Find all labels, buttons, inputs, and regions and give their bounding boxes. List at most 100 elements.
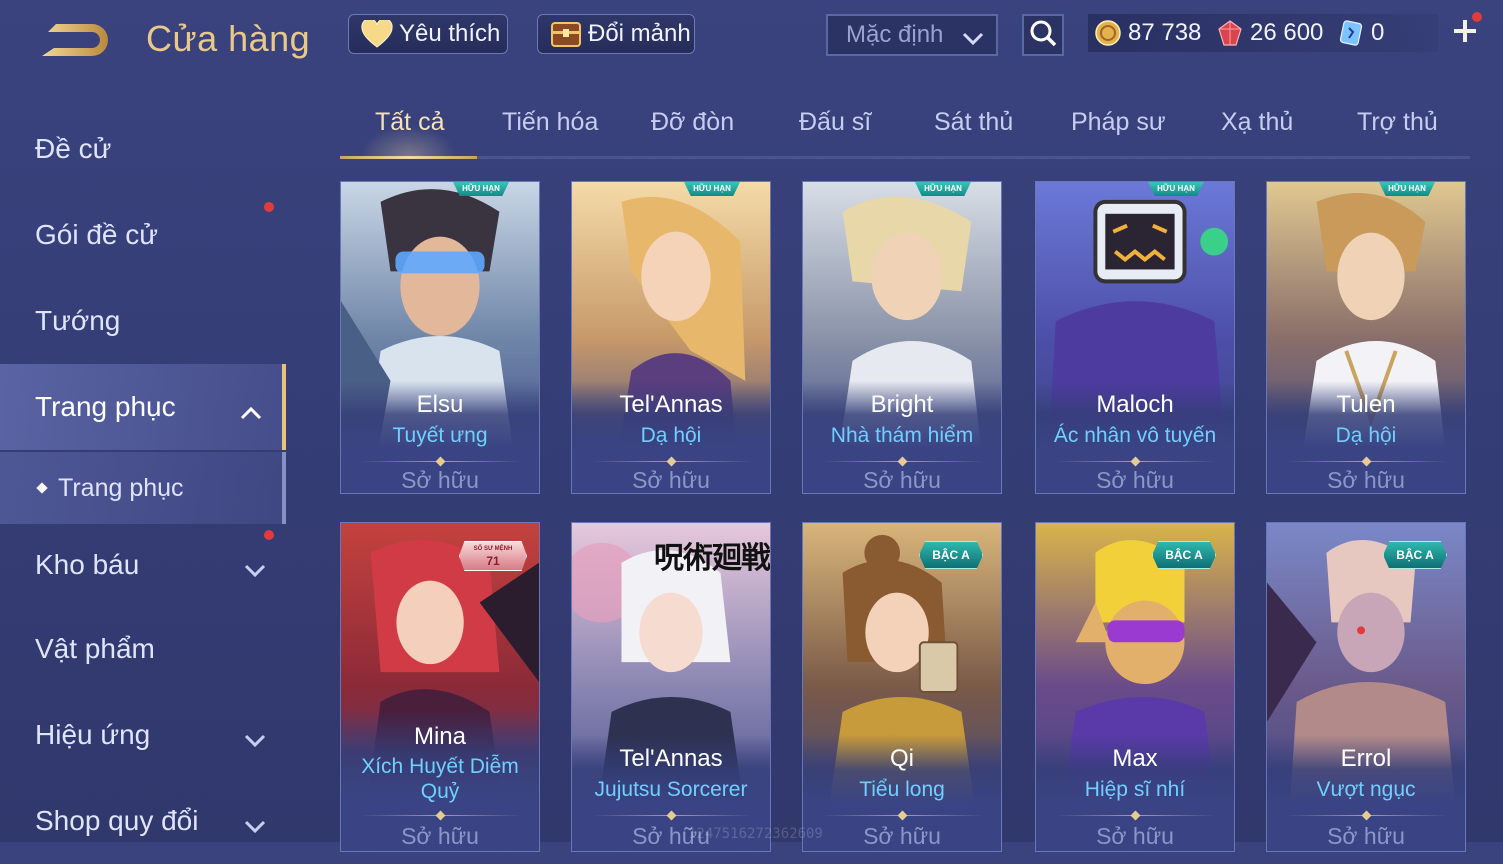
skin-card-mina[interactable]: SỐ SƯ MỆNH 71 Mina Xích Huyết Diễm Quỷ S… xyxy=(340,522,540,852)
sidebar-item-featured-packs[interactable]: Gói đề cử xyxy=(0,192,286,278)
skin-card-errol[interactable]: BẬC A Errol Vượt ngục Sở hữu xyxy=(1266,522,1466,852)
gold-coin-icon xyxy=(1094,19,1122,47)
skin-card-telannas[interactable]: HỮU HẠN Tel'Annas Dạ hội Sở hữu xyxy=(571,181,771,494)
sidebar-item-heroes[interactable]: Tướng xyxy=(0,278,286,364)
notification-dot xyxy=(264,530,274,540)
hero-name: Qi xyxy=(890,745,914,772)
card-info: Errol Vượt ngục Sở hữu xyxy=(1267,735,1465,851)
sidebar-item-featured[interactable]: Đề cử xyxy=(0,106,286,192)
divider-gem-icon xyxy=(666,810,677,821)
hero-name: Tulen xyxy=(1336,391,1396,418)
divider-gem-icon xyxy=(897,456,908,467)
skin-card-maloch[interactable]: HỮU HẠN Maloch Ác nhân vô tuyến Sở hữu xyxy=(1035,181,1235,494)
favorite-button[interactable]: Yêu thích xyxy=(348,14,508,54)
serial-number-badge: SỐ SƯ MỆNH 71 xyxy=(459,541,527,571)
serial-label: SỐ SƯ MỆNH xyxy=(473,546,513,552)
card-info: Tel'Annas Dạ hội Sở hữu xyxy=(572,381,770,493)
divider-gem-icon xyxy=(897,810,908,821)
skin-card-tulen[interactable]: HỮU HẠN Tulen Dạ hội Sở hữu xyxy=(1266,181,1466,494)
back-arrow-icon[interactable] xyxy=(34,18,114,62)
gem-currency: 26 600 xyxy=(1216,14,1323,52)
skin-name: Dạ hội xyxy=(1335,424,1397,447)
limited-badge: HỮU HẠN xyxy=(1379,182,1435,196)
owned-status: Sở hữu xyxy=(863,467,941,493)
tab-evolution[interactable]: Tiến hóa xyxy=(502,108,598,137)
divider-gem-icon xyxy=(1361,456,1372,467)
owned-status: Sở hữu xyxy=(401,823,479,849)
card-info: Maloch Ác nhân vô tuyến Sở hữu xyxy=(1036,381,1234,493)
bullet-icon xyxy=(36,482,48,494)
collab-logo: 呪術廻戦 xyxy=(654,541,770,576)
chevron-down-icon xyxy=(244,724,266,756)
card-info: Max Hiệp sĩ nhí Sở hữu xyxy=(1036,735,1234,851)
tab-fighter[interactable]: Đấu sĩ xyxy=(799,108,871,137)
notification-dot xyxy=(1472,12,1482,22)
sidebar-item-exchange-shop[interactable]: Shop quy đổi xyxy=(0,778,286,864)
chevron-down-icon xyxy=(244,810,266,842)
card-info: Mina Xích Huyết Diễm Quỷ Sở hữu xyxy=(341,711,539,851)
tab-all[interactable]: Tất cả xyxy=(375,108,444,137)
sort-dropdown[interactable]: Mặc định xyxy=(826,14,998,56)
rank-badge: BẬC A xyxy=(1383,541,1447,569)
fragment-label: Đổi mảnh xyxy=(588,20,691,47)
card-info: Bright Nhà thám hiểm Sở hữu xyxy=(803,381,1001,493)
gem-amount: 26 600 xyxy=(1250,19,1324,46)
owned-status: Sở hữu xyxy=(632,467,710,493)
hero-name: Maloch xyxy=(1096,391,1174,418)
sidebar-item-skins[interactable]: Trang phục xyxy=(0,364,286,450)
skin-name: Vượt ngục xyxy=(1316,778,1416,801)
owned-status: Sở hữu xyxy=(863,823,941,849)
owned-status: Sở hữu xyxy=(1327,467,1405,493)
hero-name: Elsu xyxy=(416,391,464,418)
sidebar-item-label: Gói đề cử xyxy=(35,219,159,250)
gold-currency: 87 738 xyxy=(1094,14,1201,52)
sort-value: Mặc định xyxy=(846,21,944,48)
skin-card-qi[interactable]: BẬC A Qi Tiểu long Sở hữu xyxy=(802,522,1002,852)
skin-name: Jujutsu Sorcerer xyxy=(594,778,748,801)
divider-gem-icon xyxy=(1130,456,1141,467)
sidebar-item-effects[interactable]: Hiệu ứng xyxy=(0,692,286,778)
hero-name: Tel'Annas xyxy=(619,745,723,772)
ticket-amount: 0 xyxy=(1371,19,1385,46)
page-title: Cửa hàng xyxy=(146,18,311,59)
skin-card-max[interactable]: BẬC A Max Hiệp sĩ nhí Sở hữu xyxy=(1035,522,1235,852)
limited-badge: HỮU HẠN xyxy=(1148,182,1204,196)
sidebar: Đề cử Gói đề cử Tướng Trang phục Trang p… xyxy=(0,106,288,842)
gold-amount: 87 738 xyxy=(1128,19,1202,46)
sidebar-item-treasure[interactable]: Kho báu xyxy=(0,522,286,608)
watermark-id: 1247516272362609 xyxy=(688,826,823,842)
search-button[interactable] xyxy=(1022,14,1064,56)
owned-status: Sở hữu xyxy=(401,467,479,493)
tab-marksman[interactable]: Xạ thủ xyxy=(1221,108,1293,137)
owned-status: Sở hữu xyxy=(1096,467,1174,493)
tab-mage[interactable]: Pháp sư xyxy=(1071,108,1166,137)
owned-status: Sở hữu xyxy=(1327,823,1405,849)
active-tab-underline xyxy=(340,156,477,159)
sidebar-item-label: Hiệu ứng xyxy=(35,719,151,750)
tab-tank[interactable]: Đỡ đòn xyxy=(651,108,734,137)
sidebar-item-label: Trang phục xyxy=(35,391,176,422)
favorite-label: Yêu thích xyxy=(399,20,501,47)
serial-number: 71 xyxy=(486,554,500,568)
sidebar-subitem-skins[interactable]: Trang phục xyxy=(0,452,286,524)
chevron-up-icon xyxy=(240,396,262,428)
fragment-exchange-button[interactable]: Đổi mảnh xyxy=(537,14,695,54)
search-icon xyxy=(1029,19,1057,52)
skin-card-telannas-jujutsu[interactable]: 呪術廻戦 Tel'Annas Jujutsu Sorcerer Sở hữu xyxy=(571,522,771,852)
sidebar-item-label: Kho báu xyxy=(35,549,140,580)
sidebar-item-label: Đề cử xyxy=(35,133,112,164)
skin-card-elsu[interactable]: HỮU HẠN Elsu Tuyết ưng Sở hữu xyxy=(340,181,540,494)
tab-assassin[interactable]: Sát thủ xyxy=(934,108,1013,137)
skin-card-bright[interactable]: HỮU HẠN Bright Nhà thám hiểm Sở hữu xyxy=(802,181,1002,494)
plus-icon xyxy=(1450,20,1480,50)
skin-name: Xích Huyết Diễm Quỷ xyxy=(361,755,519,803)
divider-gem-icon xyxy=(1130,810,1141,821)
hero-name: Mina xyxy=(413,723,467,750)
tab-support[interactable]: Trợ thủ xyxy=(1357,108,1438,137)
sidebar-item-items[interactable]: Vật phẩm xyxy=(0,606,286,692)
divider-gem-icon xyxy=(435,456,446,467)
skin-name: Tiểu long xyxy=(859,778,945,801)
sidebar-item-label: Trang phục xyxy=(58,473,184,502)
card-info: Elsu Tuyết ưng Sở hữu xyxy=(341,381,539,493)
skin-name: Hiệp sĩ nhí xyxy=(1084,778,1186,801)
